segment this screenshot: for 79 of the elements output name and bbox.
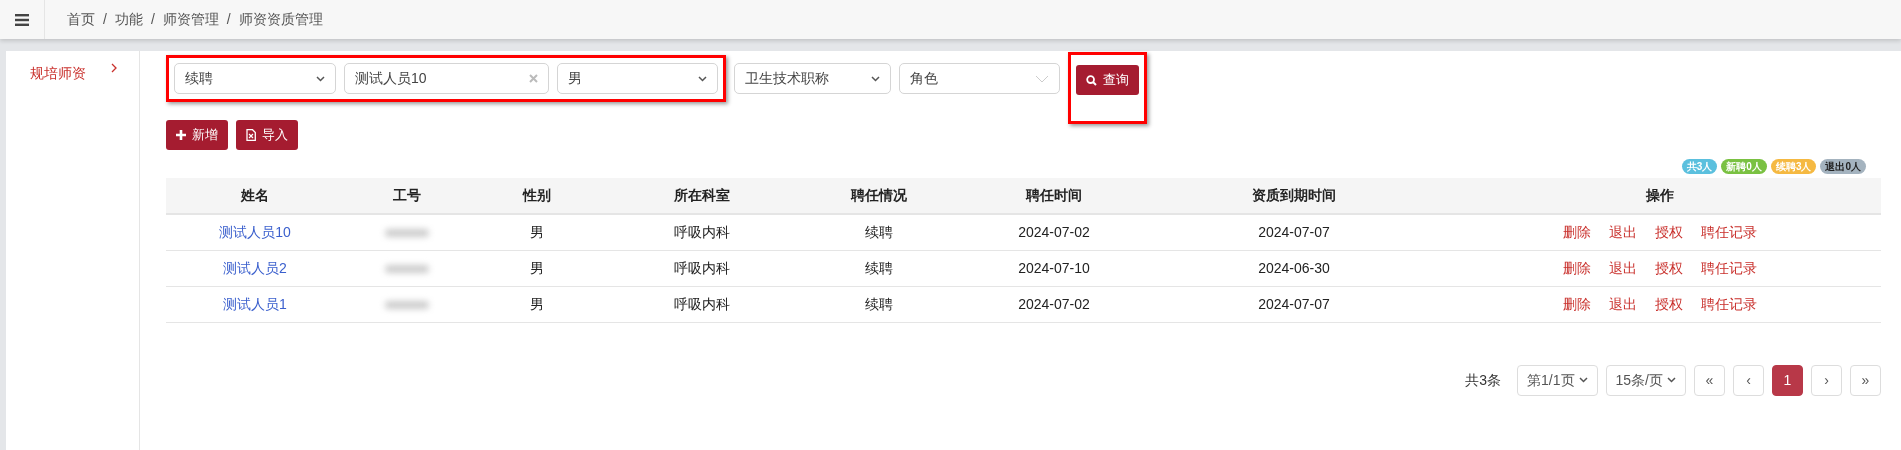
breadcrumb-item[interactable]: 首页 [67,9,95,30]
input-field[interactable]: 测试人员10 [344,63,549,94]
column-header: 姓名 [166,178,344,214]
page-button[interactable]: « [1694,364,1725,396]
table-cell: 男 [529,295,544,312]
table-cell: 续聘 [865,259,893,276]
column-header: 性别 [469,178,604,214]
action-link[interactable]: 删除 [1563,259,1591,276]
page-select[interactable]: 第1/1页 [1517,364,1598,396]
select-field[interactable]: 续聘 [174,63,336,94]
column-header: 聘任情况 [799,178,959,214]
count-badge: 退出0人 [1820,159,1866,174]
import-button[interactable]: 导入 [236,120,298,150]
chevron-down-icon[interactable] [1578,377,1588,383]
table-cell: 呼吸内科 [673,295,730,312]
action-link[interactable]: 删除 [1563,223,1591,240]
action-link[interactable]: 聘任记录 [1701,295,1757,312]
table-cell: 2024-06-30 [1258,259,1330,276]
table-cell: 2024-07-02 [1018,223,1090,240]
sidebar-item[interactable]: 规培师资 [6,63,139,84]
breadcrumb-separator: / [150,10,155,29]
breadcrumb-item: 师资资质管理 [238,10,323,29]
plus-icon [176,130,186,140]
name-link[interactable]: 测试人员2 [223,259,287,276]
chevron-down-icon[interactable] [316,75,325,82]
page-button[interactable]: 1 [1772,364,1803,396]
select-field[interactable]: 男 [557,63,718,94]
page-button[interactable]: › [1811,364,1842,396]
action-link[interactable]: 授权 [1655,259,1683,276]
breadcrumb-item[interactable]: 师资管理 [162,9,219,30]
blurred-text [384,300,429,309]
action-link[interactable]: 聘任记录 [1701,259,1757,276]
chevron-right-icon [111,63,117,73]
action-link[interactable]: 退出 [1609,295,1637,312]
page-button[interactable]: » [1850,364,1881,396]
name-link[interactable]: 测试人员10 [219,223,291,240]
table-cell: 续聘 [865,223,893,240]
name-link[interactable]: 测试人员1 [223,295,287,312]
breadcrumb-item[interactable]: 功能 [114,9,143,30]
chevron-down-icon[interactable] [1667,377,1676,383]
column-header: 资质到期时间 [1149,178,1439,214]
select-field[interactable]: 角色 [899,63,1060,94]
column-header: 工号 [344,178,469,214]
chevron-down-icon[interactable] [698,75,707,82]
count-badge: 共3人 [1681,159,1718,174]
search-button[interactable]: 查询 [1076,65,1139,95]
total-count: 共3条 [1465,370,1502,390]
table-cell: 男 [529,259,544,276]
blurred-text [384,228,429,237]
action-link[interactable]: 退出 [1609,259,1637,276]
select-field[interactable]: 卫生技术职称 [734,63,891,94]
table-cell: 呼吸内科 [673,223,730,240]
table-cell: 男 [529,223,544,240]
table-cell: 2024-07-07 [1258,295,1330,312]
page-button[interactable]: ‹ [1733,364,1764,396]
table-cell: 2024-07-07 [1258,223,1330,240]
action-link[interactable]: 删除 [1563,295,1591,312]
page-select[interactable]: 15条/页 [1605,364,1686,396]
count-badge: 新聘0人 [1721,159,1767,174]
action-link[interactable]: 聘任记录 [1701,223,1757,240]
search-icon [1086,74,1097,86]
breadcrumb-separator: / [226,10,231,29]
action-link[interactable]: 授权 [1655,295,1683,312]
column-header: 操作 [1439,178,1881,214]
action-link[interactable]: 授权 [1655,223,1683,240]
column-header: 所在科室 [604,178,799,214]
breadcrumb-separator: / [103,10,107,29]
action-link[interactable]: 退出 [1609,223,1637,240]
count-badge: 续聘3人 [1770,159,1817,174]
table-cell: 呼吸内科 [673,259,730,276]
table-cell: 续聘 [865,295,893,312]
add-button[interactable]: 新增 [166,120,228,150]
column-header: 聘任时间 [959,178,1149,214]
blurred-text [384,264,429,273]
table-cell: 2024-07-10 [1018,259,1090,276]
table-cell: 2024-07-02 [1018,295,1090,312]
menu-icon[interactable] [15,13,29,26]
file-icon [246,129,256,141]
chevron-down-icon[interactable] [871,75,880,82]
